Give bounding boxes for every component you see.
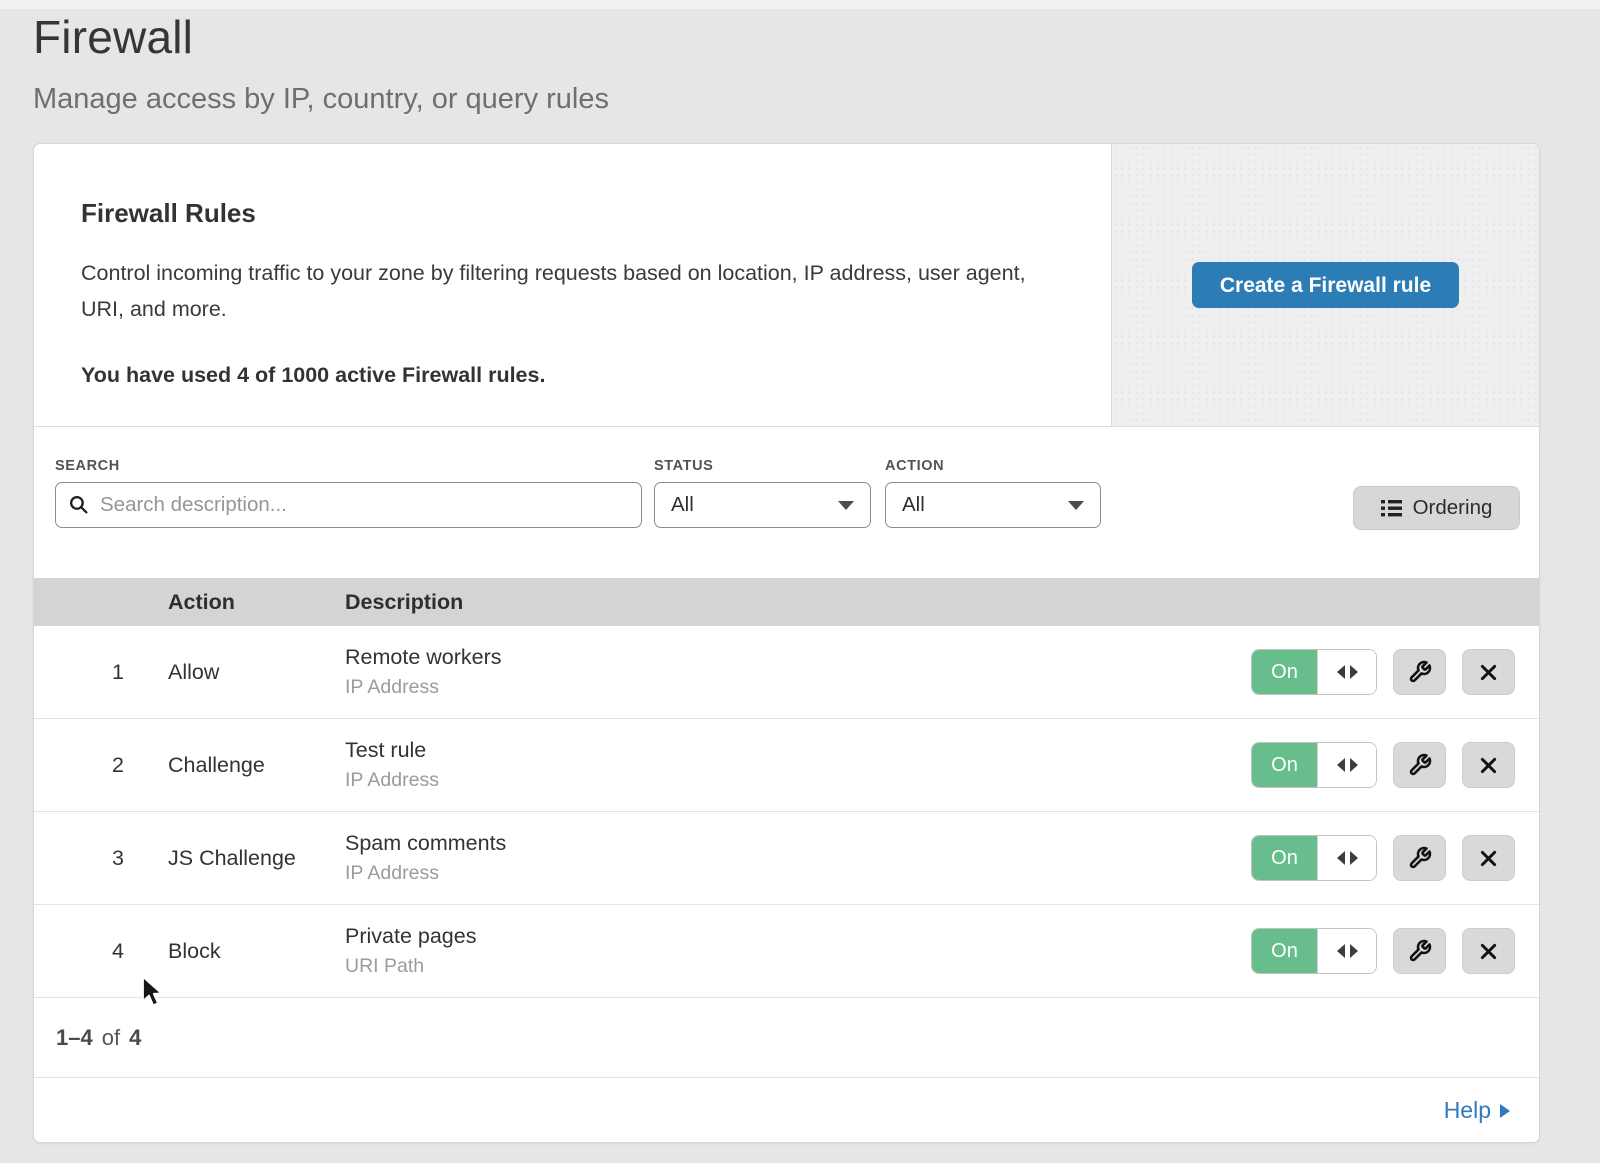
firewall-rules-intro-section: Firewall Rules Control incoming traffic … — [34, 144, 1539, 427]
card-title: Firewall Rules — [81, 198, 1071, 229]
action-select[interactable]: All — [885, 482, 1101, 528]
toggle-arrows-icon[interactable] — [1317, 743, 1376, 787]
search-label: SEARCH — [55, 458, 642, 474]
rule-priority: 4 — [34, 939, 168, 964]
x-icon — [1478, 848, 1499, 869]
wrench-icon — [1408, 753, 1432, 777]
card-footer: Help — [34, 1078, 1539, 1142]
rule-enabled-toggle[interactable]: On — [1251, 649, 1377, 695]
rule-row: 1 Allow Remote workers IP Address On — [34, 626, 1539, 719]
rule-priority: 2 — [34, 753, 168, 778]
search-input[interactable] — [55, 482, 642, 528]
rule-match-type: IP Address — [345, 862, 1251, 885]
column-header-action: Action — [168, 590, 345, 615]
ordered-list-icon — [1381, 499, 1402, 518]
delete-rule-button[interactable] — [1462, 649, 1515, 695]
rule-action: Challenge — [168, 753, 345, 778]
rule-action: Block — [168, 939, 345, 964]
help-link-label: Help — [1444, 1097, 1491, 1124]
toggle-arrows-icon[interactable] — [1317, 650, 1376, 694]
rule-description: Private pages — [345, 924, 1251, 949]
toggle-arrows-icon[interactable] — [1317, 836, 1376, 880]
search-box — [55, 482, 642, 528]
pagination-separator: of — [102, 1025, 120, 1051]
toggle-on-label[interactable]: On — [1252, 743, 1317, 787]
edit-rule-button[interactable] — [1393, 742, 1446, 788]
edit-rule-button[interactable] — [1393, 835, 1446, 881]
filters-bar: SEARCH STATUS All ACTION All — [34, 427, 1539, 578]
pagination-range: 1–4 — [56, 1025, 93, 1051]
column-header-description: Description — [345, 590, 1539, 615]
toggle-on-label[interactable]: On — [1252, 836, 1317, 880]
rule-controls: On — [1251, 835, 1539, 881]
rule-match-type: URI Path — [345, 955, 1251, 978]
caret-right-icon — [1500, 1104, 1510, 1118]
rule-enabled-toggle[interactable]: On — [1251, 835, 1377, 881]
rule-priority: 1 — [34, 660, 168, 685]
rule-enabled-toggle[interactable]: On — [1251, 928, 1377, 974]
page-title: Firewall — [33, 10, 1600, 64]
rule-description: Test rule — [345, 738, 1251, 763]
action-select-value: All — [902, 493, 925, 517]
status-select[interactable]: All — [654, 482, 871, 528]
firewall-rules-card: Firewall Rules Control incoming traffic … — [33, 143, 1540, 1143]
rule-action: Allow — [168, 660, 345, 685]
search-filter: SEARCH — [55, 458, 642, 528]
status-label: STATUS — [654, 458, 871, 474]
rule-description: Remote workers — [345, 645, 1251, 670]
wrench-icon — [1408, 939, 1432, 963]
pagination: 1–4 of 4 — [34, 998, 1539, 1078]
action-filter: ACTION All — [885, 458, 1101, 528]
rule-match-type: IP Address — [345, 769, 1251, 792]
pagination-total: 4 — [129, 1025, 141, 1051]
wrench-icon — [1408, 846, 1432, 870]
rule-controls: On — [1251, 928, 1539, 974]
status-select-value: All — [671, 493, 694, 517]
create-rule-panel: Create a Firewall rule — [1111, 144, 1539, 426]
rule-action: JS Challenge — [168, 846, 345, 871]
rule-row: 3 JS Challenge Spam comments IP Address … — [34, 812, 1539, 905]
rule-match-type: IP Address — [345, 676, 1251, 699]
chevron-down-icon — [1068, 501, 1084, 510]
page-header: Firewall Manage access by IP, country, o… — [0, 0, 1600, 116]
card-description: Control incoming traffic to your zone by… — [81, 255, 1031, 327]
help-link[interactable]: Help — [1444, 1097, 1510, 1124]
edit-rule-button[interactable] — [1393, 928, 1446, 974]
delete-rule-button[interactable] — [1462, 742, 1515, 788]
chevron-down-icon — [838, 501, 854, 510]
toggle-on-label[interactable]: On — [1252, 929, 1317, 973]
table-header: Action Description — [34, 578, 1539, 626]
ordering-button-label: Ordering — [1413, 496, 1493, 520]
status-filter: STATUS All — [654, 458, 871, 528]
rule-priority: 3 — [34, 846, 168, 871]
rule-row: 2 Challenge Test rule IP Address On — [34, 719, 1539, 812]
rules-usage-text: You have used 4 of 1000 active Firewall … — [81, 363, 1071, 388]
wrench-icon — [1408, 660, 1432, 684]
rule-controls: On — [1251, 742, 1539, 788]
rule-description: Spam comments — [345, 831, 1251, 856]
action-label: ACTION — [885, 458, 1101, 474]
rule-controls: On — [1251, 649, 1539, 695]
x-icon — [1478, 662, 1499, 683]
x-icon — [1478, 941, 1499, 962]
page-subtitle: Manage access by IP, country, or query r… — [33, 83, 1600, 116]
toggle-on-label[interactable]: On — [1252, 650, 1317, 694]
edit-rule-button[interactable] — [1393, 649, 1446, 695]
rule-enabled-toggle[interactable]: On — [1251, 742, 1377, 788]
delete-rule-button[interactable] — [1462, 835, 1515, 881]
rule-row: 4 Block Private pages URI Path On — [34, 905, 1539, 998]
search-icon — [68, 494, 89, 515]
firewall-rules-intro-text: Firewall Rules Control incoming traffic … — [34, 144, 1111, 426]
delete-rule-button[interactable] — [1462, 928, 1515, 974]
ordering-button[interactable]: Ordering — [1353, 486, 1520, 530]
create-firewall-rule-button[interactable]: Create a Firewall rule — [1192, 262, 1459, 308]
toggle-arrows-icon[interactable] — [1317, 929, 1376, 973]
x-icon — [1478, 755, 1499, 776]
